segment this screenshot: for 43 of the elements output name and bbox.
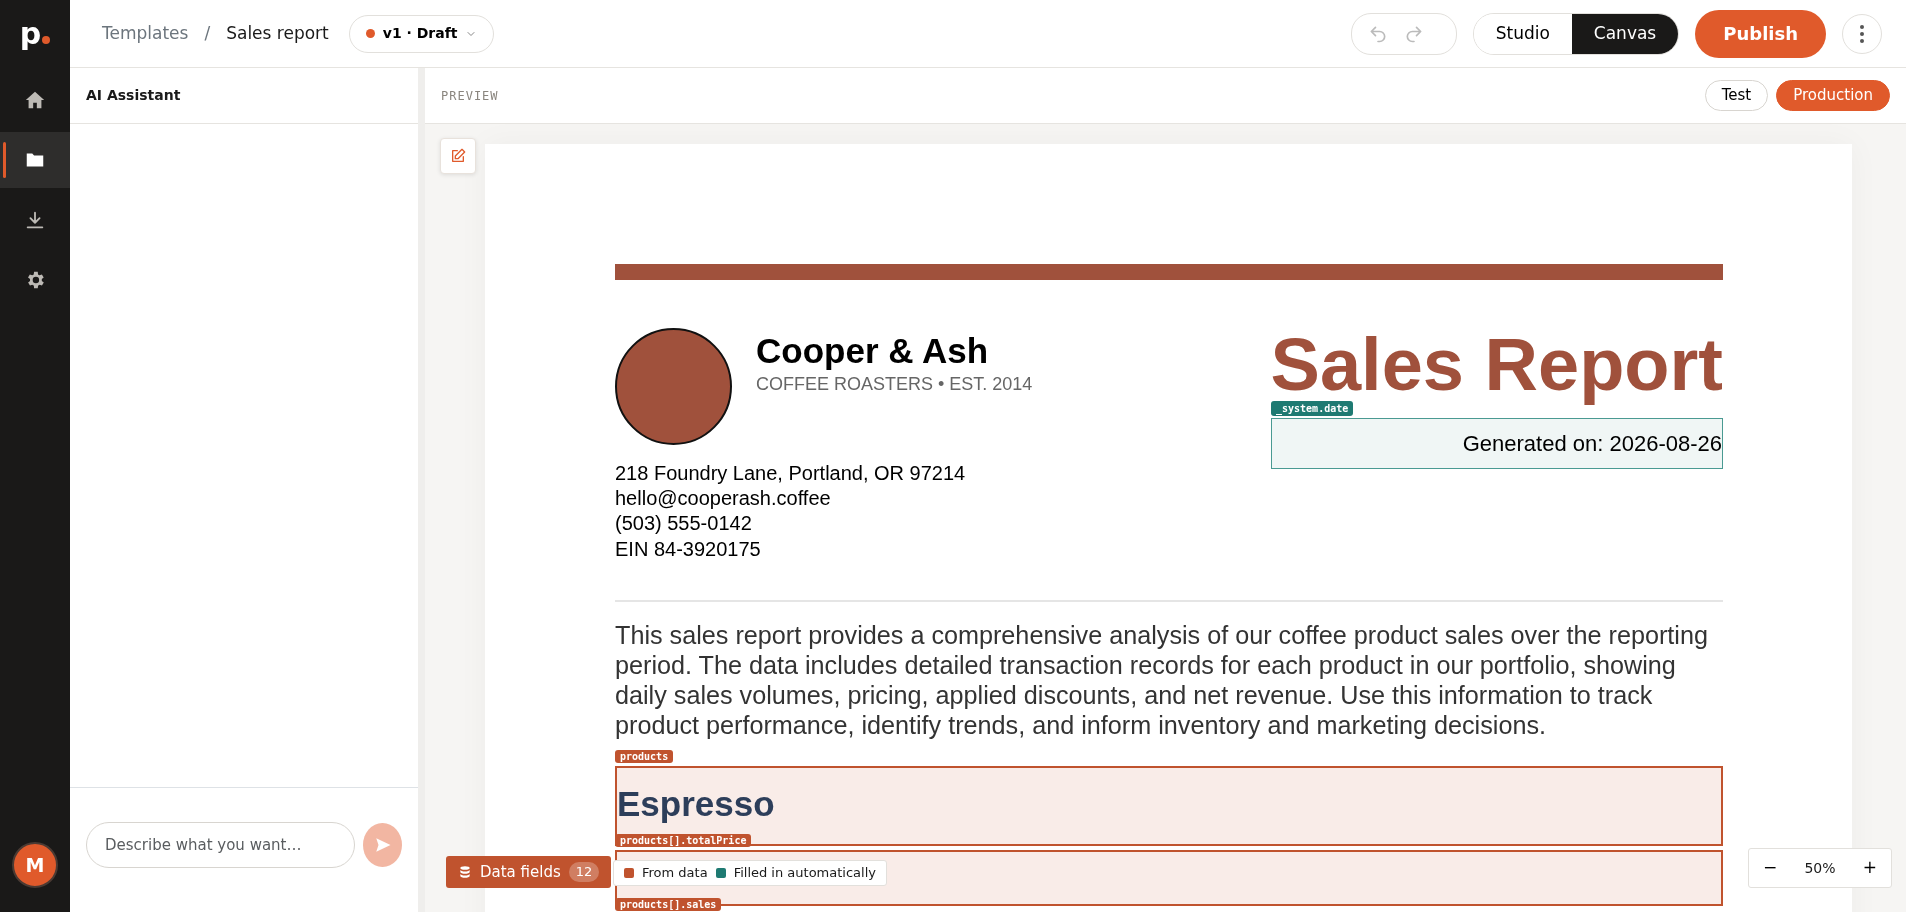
product-name: Espresso <box>617 785 776 821</box>
address-line: (503) 555-0142 <box>615 511 753 537</box>
company-name: Cooper & Ash <box>756 332 990 371</box>
legend-label: From data <box>642 864 708 882</box>
home-icon <box>24 89 46 111</box>
zoom-out-button[interactable]: − <box>1757 854 1784 882</box>
edit-button[interactable] <box>440 138 476 174</box>
field-tag: _system.date <box>1271 401 1354 416</box>
zoom-in-button[interactable]: + <box>1856 854 1883 882</box>
company-tagline: COFFEE ROASTERS • EST. 2014 <box>756 372 1033 396</box>
undo-button[interactable] <box>1367 23 1388 44</box>
count-badge: 12 <box>568 862 600 882</box>
logo-dot <box>42 36 51 44</box>
date-field: Generated on: 2026-08-26 <box>1271 418 1723 469</box>
user-avatar[interactable]: M <box>12 842 58 888</box>
more-icon <box>1860 24 1864 43</box>
intro-paragraph: This sales report provides a comprehensive analysis of our coffee product sales over the reporting period. The data includes detailed transaction records for each product in our portfolio, showing daily sales volumes, pricing, applied discounts, and net revenue. Use this information to track product performance, identify trends, and inform inventory and marketing decisions. <box>615 619 1709 741</box>
environment-tab[interactable]: Production <box>1776 80 1890 111</box>
field-tag: products <box>615 749 674 763</box>
view-mode-tab[interactable]: Canvas <box>1571 13 1679 54</box>
legend-label: Filled in automatically <box>733 864 876 882</box>
panel-title: AI Assistant <box>86 86 181 105</box>
address-line: 218 Foundry Lane, Portland, OR 97214 <box>615 461 967 486</box>
edit-icon <box>450 148 466 164</box>
send-icon <box>373 836 392 854</box>
sidebar-item[interactable] <box>0 132 70 188</box>
breadcrumb-item: Sales report <box>226 21 329 45</box>
version-dropdown[interactable]: v1 · Draft <box>348 14 495 53</box>
publish-button[interactable]: Publish <box>1695 9 1826 58</box>
breadcrumb-item[interactable]: Templates <box>102 20 189 47</box>
chat-input[interactable]: Describe what you want… <box>86 822 356 868</box>
breadcrumb-separator: / <box>204 21 211 45</box>
database-icon <box>458 865 472 879</box>
undo-icon <box>1367 24 1388 44</box>
preview-label: PREVIEW <box>441 87 499 105</box>
address-line: EIN 84-3920175 <box>615 536 762 562</box>
more-button[interactable] <box>1842 13 1882 54</box>
address-line: hello@cooperash.coffee <box>615 486 832 512</box>
data-fields-button[interactable]: Data fields 12 <box>446 856 612 888</box>
logo-text: p <box>19 19 42 49</box>
download-icon <box>24 209 46 231</box>
environment-tab[interactable]: Test <box>1704 80 1769 111</box>
zoom-level: 50% <box>1804 858 1836 878</box>
